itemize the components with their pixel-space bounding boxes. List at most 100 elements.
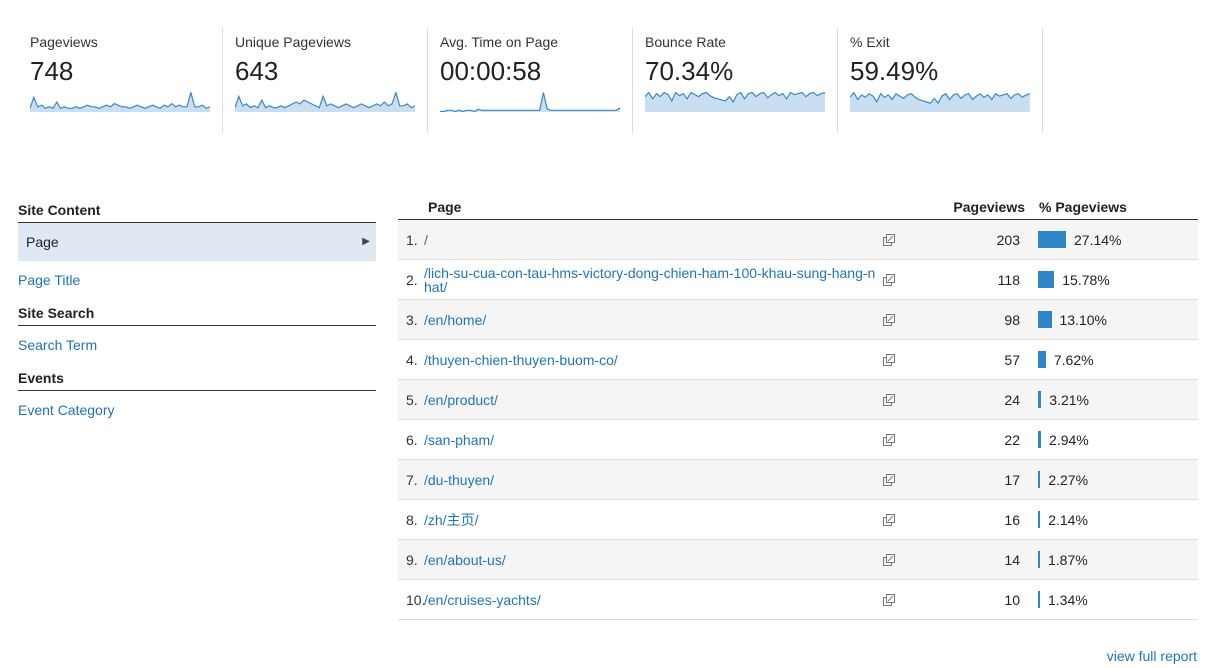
column-header-page[interactable]: Page — [398, 199, 898, 215]
pct-value: 2.94% — [1049, 431, 1089, 448]
sparkline — [30, 92, 210, 112]
sparkline-line — [440, 92, 620, 112]
pct-bar — [1038, 431, 1042, 448]
site-content-heading: Site Content — [18, 196, 376, 223]
pct-bar — [1038, 351, 1046, 368]
table-row: 2. /lich-su-cua-con-tau-hms-victory-dong-… — [398, 260, 1198, 300]
sparkline — [440, 92, 620, 112]
table-row: 8. /zh/主页/16 2.14% — [398, 500, 1198, 540]
nav-item-event-category[interactable]: Event Category — [18, 391, 376, 429]
row-index: 8. — [406, 511, 418, 528]
nav-item-search-term[interactable]: Search Term — [18, 326, 376, 364]
open-in-new-window-icon[interactable] — [879, 592, 899, 608]
pageviews-value: 14 — [1004, 551, 1020, 568]
pct-pageviews-cell: 2.27% — [1032, 471, 1197, 488]
page-link[interactable]: /thuyen-chien-thuyen-buom-co/ — [424, 353, 879, 367]
open-in-new-window-icon[interactable] — [879, 432, 899, 448]
open-in-new-window-icon[interactable] — [879, 232, 899, 248]
view-full-report-link[interactable]: view full report — [1107, 648, 1197, 664]
pct-pageviews-cell: 13.10% — [1032, 311, 1197, 328]
metric-label: Avg. Time on Page — [440, 34, 559, 50]
pct-bar — [1038, 311, 1052, 328]
sparkline — [645, 92, 825, 112]
pct-pageviews-cell: 27.14% — [1032, 231, 1197, 248]
metric-label: % Exit — [850, 34, 890, 50]
pct-pageviews-cell: 1.87% — [1032, 551, 1197, 568]
pct-bar — [1038, 551, 1040, 568]
column-header-pct-pageviews[interactable]: % Pageviews — [1033, 199, 1198, 215]
metric-label: Bounce Rate — [645, 34, 726, 50]
pct-bar — [1038, 511, 1041, 528]
pct-value: 13.10% — [1059, 311, 1107, 328]
pct-value: 15.78% — [1062, 271, 1110, 288]
pageviews-value: 22 — [1004, 431, 1020, 448]
open-in-new-window-icon[interactable] — [879, 512, 899, 528]
row-index: 5. — [406, 391, 418, 408]
metric-exit[interactable]: % Exit 59.49% — [838, 28, 1043, 133]
pct-pageviews-cell: 2.94% — [1032, 431, 1197, 448]
pct-value: 2.14% — [1048, 511, 1088, 528]
dimension-nav: Site Content Page ▶ Page Title Site Sear… — [18, 196, 376, 429]
metric-value: 00:00:58 — [440, 56, 542, 86]
nav-item-page-title[interactable]: Page Title — [18, 261, 376, 299]
pct-pageviews-cell: 7.62% — [1032, 351, 1197, 368]
pct-value: 3.21% — [1049, 391, 1089, 408]
table-row: 5. /en/product/24 3.21% — [398, 380, 1198, 420]
page-link[interactable]: /lich-su-cua-con-tau-hms-victory-dong-ch… — [424, 266, 879, 294]
pageviews-value: 118 — [997, 271, 1020, 288]
open-in-new-window-icon[interactable] — [879, 272, 899, 288]
pageviews-value: 203 — [996, 231, 1020, 248]
page-link[interactable]: /en/product/ — [424, 393, 879, 407]
sparkline-area — [645, 92, 825, 112]
table-row: 9. /en/about-us/14 1.87% — [398, 540, 1198, 580]
page-link[interactable]: /en/home/ — [424, 313, 879, 327]
row-index: 2. — [406, 271, 418, 288]
metric-pageviews[interactable]: Pageviews 748 — [18, 28, 223, 133]
table-row: 1. / 203 27.14% — [398, 220, 1198, 260]
page-link[interactable]: /en/cruises-yachts/ — [424, 593, 879, 607]
table-row: 7. /du-thuyen/17 2.27% — [398, 460, 1198, 500]
metric-label: Pageviews — [30, 34, 98, 50]
open-in-new-window-icon[interactable] — [879, 472, 899, 488]
page-link[interactable]: /zh/主页/ — [424, 513, 879, 527]
row-index: 10. — [406, 591, 426, 608]
open-in-new-window-icon[interactable] — [879, 392, 899, 408]
pct-bar — [1038, 271, 1055, 288]
row-index: 6. — [406, 431, 418, 448]
pct-bar — [1038, 391, 1042, 408]
site-search-heading: Site Search — [18, 299, 376, 326]
page-link[interactable]: /en/about-us/ — [424, 553, 879, 567]
nav-item-label: Page — [26, 234, 59, 250]
nav-item-page[interactable]: Page ▶ — [18, 223, 376, 261]
row-index: 1. — [406, 231, 418, 248]
pct-pageviews-cell: 1.34% — [1032, 591, 1197, 608]
open-in-new-window-icon[interactable] — [879, 552, 899, 568]
top-pages-table: Page Pageviews % Pageviews 1. / 203 27.14% 2… — [398, 196, 1198, 620]
page-link[interactable]: /san-pham/ — [424, 433, 879, 447]
table-row: 3. /en/home/98 13.10% — [398, 300, 1198, 340]
pageviews-value: 17 — [1004, 471, 1020, 488]
metric-unique-pageviews[interactable]: Unique Pageviews 643 — [223, 28, 428, 133]
sparkline — [850, 92, 1030, 112]
table-row: 4. /thuyen-chien-thuyen-buom-co/57 7.62% — [398, 340, 1198, 380]
metric-value: 643 — [235, 56, 279, 86]
open-in-new-window-icon[interactable] — [879, 312, 899, 328]
pct-pageviews-cell: 2.14% — [1032, 511, 1197, 528]
pageviews-value: 98 — [1004, 311, 1020, 328]
column-header-pageviews[interactable]: Pageviews — [898, 199, 1033, 215]
row-index: 9. — [406, 551, 418, 568]
sparkline — [235, 92, 415, 112]
page-link[interactable]: /du-thuyen/ — [424, 473, 879, 487]
table-body: 1. / 203 27.14% 2. /lich-su-cua-con-tau-hms-v… — [398, 220, 1198, 620]
row-index: 3. — [406, 311, 418, 328]
pct-value: 1.34% — [1048, 591, 1088, 608]
pct-value: 27.14% — [1074, 231, 1122, 248]
pct-bar — [1038, 231, 1066, 248]
metric-avg-time-on-page[interactable]: Avg. Time on Page 00:00:58 — [428, 28, 633, 133]
metric-label: Unique Pageviews — [235, 34, 351, 50]
events-heading: Events — [18, 364, 376, 391]
open-in-new-window-icon[interactable] — [879, 352, 899, 368]
pct-value: 2.27% — [1048, 471, 1089, 488]
page-link[interactable]: / — [424, 233, 879, 247]
metric-bounce-rate[interactable]: Bounce Rate 70.34% — [633, 28, 838, 133]
